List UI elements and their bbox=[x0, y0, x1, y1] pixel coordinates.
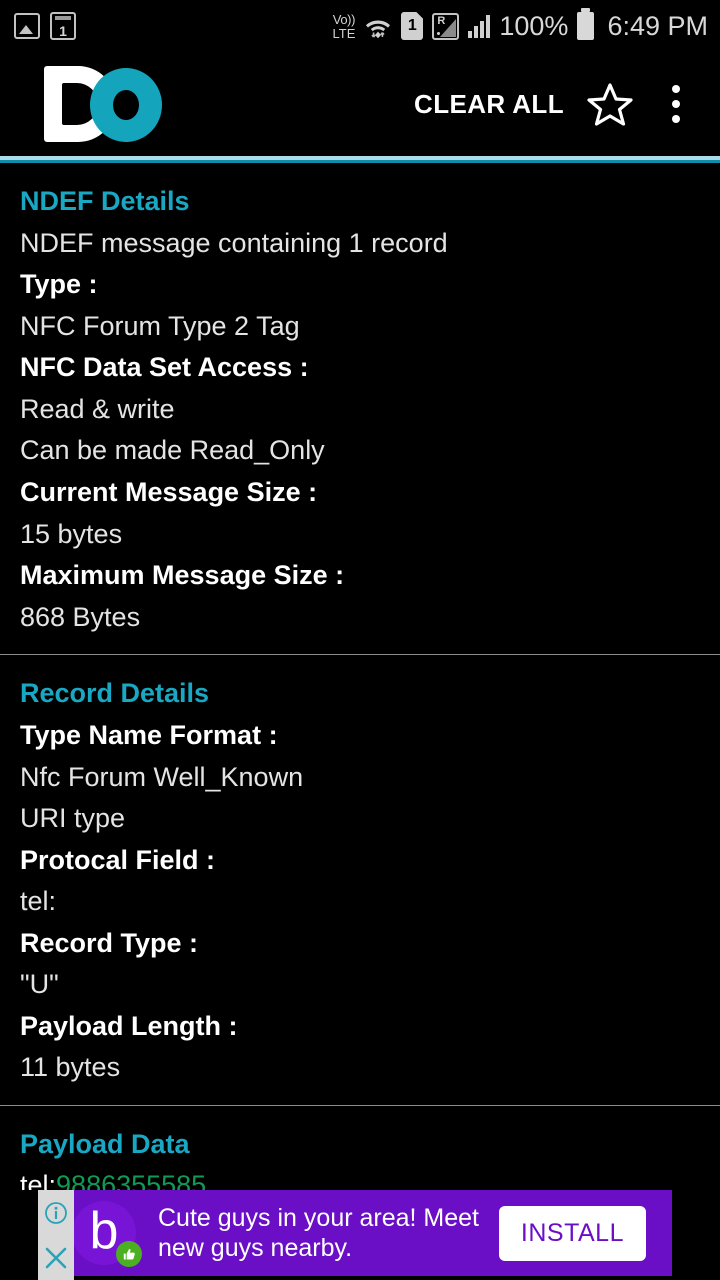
roaming-signal-icon: R bbox=[432, 12, 460, 40]
overflow-menu-icon[interactable] bbox=[646, 68, 706, 140]
section-record-details: Record Details Type Name Format : Nfc Fo… bbox=[0, 655, 720, 1105]
ad-app-logo-icon: b bbox=[72, 1201, 142, 1267]
sim-card-label: 1 bbox=[401, 12, 424, 40]
detail-value: Nfc Forum Well_Known bbox=[20, 761, 304, 792]
sim-card-icon: 1 bbox=[401, 12, 424, 40]
detail-value: NFC Forum Type 2 Tag bbox=[20, 310, 300, 341]
app-logo-icon bbox=[44, 66, 162, 142]
calendar-day-label: 1 bbox=[59, 23, 67, 39]
battery-percent-label: 100% bbox=[499, 10, 569, 41]
ad-chrome-controls bbox=[38, 1190, 74, 1280]
detail-label: Record Type : bbox=[20, 927, 199, 958]
detail-value: Read & write bbox=[20, 393, 175, 424]
status-bar-left-icons: 1 bbox=[0, 12, 76, 40]
clock-label: 6:49 PM bbox=[607, 10, 708, 41]
wifi-icon bbox=[364, 13, 392, 39]
tag-details-content: NDEF Details NDEF message containing 1 r… bbox=[0, 163, 720, 1280]
volte-line-1: Vo)) bbox=[332, 11, 356, 27]
roaming-label: R bbox=[437, 14, 446, 27]
ad-install-button[interactable]: INSTALL bbox=[498, 1205, 646, 1261]
ad-banner: b Cute guys in your area! Meet new guys … bbox=[0, 1190, 720, 1280]
detail-value: 11 bytes bbox=[20, 1052, 121, 1083]
thumbs-up-badge-icon bbox=[116, 1241, 142, 1267]
status-bar-right-icons: Vo)) LTE 1 R 100% 6:49 PM bbox=[332, 8, 720, 42]
ad-close-icon[interactable] bbox=[38, 1235, 74, 1280]
app-bar-actions: CLEAR ALL bbox=[404, 68, 720, 140]
ad-info-icon[interactable] bbox=[38, 1190, 74, 1235]
detail-value: NDEF message containing 1 record bbox=[20, 227, 448, 258]
detail-label: Type : bbox=[20, 269, 98, 300]
favorite-star-icon[interactable] bbox=[574, 68, 646, 140]
detail-value: 868 Bytes bbox=[20, 601, 141, 632]
calendar-icon: 1 bbox=[50, 12, 76, 40]
detail-label: Type Name Format : bbox=[20, 719, 278, 750]
section-title: Record Details bbox=[20, 678, 210, 709]
clear-all-button[interactable]: CLEAR ALL bbox=[404, 81, 574, 128]
detail-label: Protocal Field : bbox=[20, 844, 216, 875]
detail-label: Payload Length : bbox=[20, 1010, 238, 1041]
app-bar: CLEAR ALL bbox=[0, 52, 720, 156]
detail-value: "U" bbox=[20, 969, 59, 1000]
section-title: NDEF Details bbox=[20, 186, 190, 216]
status-bar: 1 Vo)) LTE 1 R 100% 6:49 PM bbox=[0, 0, 720, 52]
detail-value: 15 bytes bbox=[20, 518, 123, 549]
phone-screen: 1 Vo)) LTE 1 R 100% 6:49 PM CLEAR ALL ND… bbox=[0, 0, 720, 1280]
section-title: Payload Data bbox=[20, 1128, 190, 1159]
battery-icon bbox=[577, 8, 595, 40]
section-payload-data: Payload Data tel:9886355585 bbox=[0, 1106, 720, 1201]
volte-line-2: LTE bbox=[332, 25, 356, 41]
detail-label: NFC Data Set Access : bbox=[20, 352, 309, 383]
detail-value: URI type bbox=[20, 803, 126, 834]
detail-label: Maximum Message Size : bbox=[20, 560, 345, 591]
detail-value: tel: bbox=[20, 886, 57, 917]
section-ndef-details: NDEF Details NDEF message containing 1 r… bbox=[0, 163, 720, 654]
detail-label: Current Message Size : bbox=[20, 477, 318, 508]
signal-bars-icon bbox=[468, 14, 491, 38]
ad-headline: Cute guys in your area! Meet new guys ne… bbox=[158, 1204, 479, 1262]
photo-icon bbox=[14, 13, 40, 39]
detail-value: Can be made Read_Only bbox=[20, 435, 325, 466]
ad-clickable-area[interactable]: b Cute guys in your area! Meet new guys … bbox=[38, 1190, 672, 1276]
volte-icon: Vo)) LTE bbox=[332, 13, 355, 40]
